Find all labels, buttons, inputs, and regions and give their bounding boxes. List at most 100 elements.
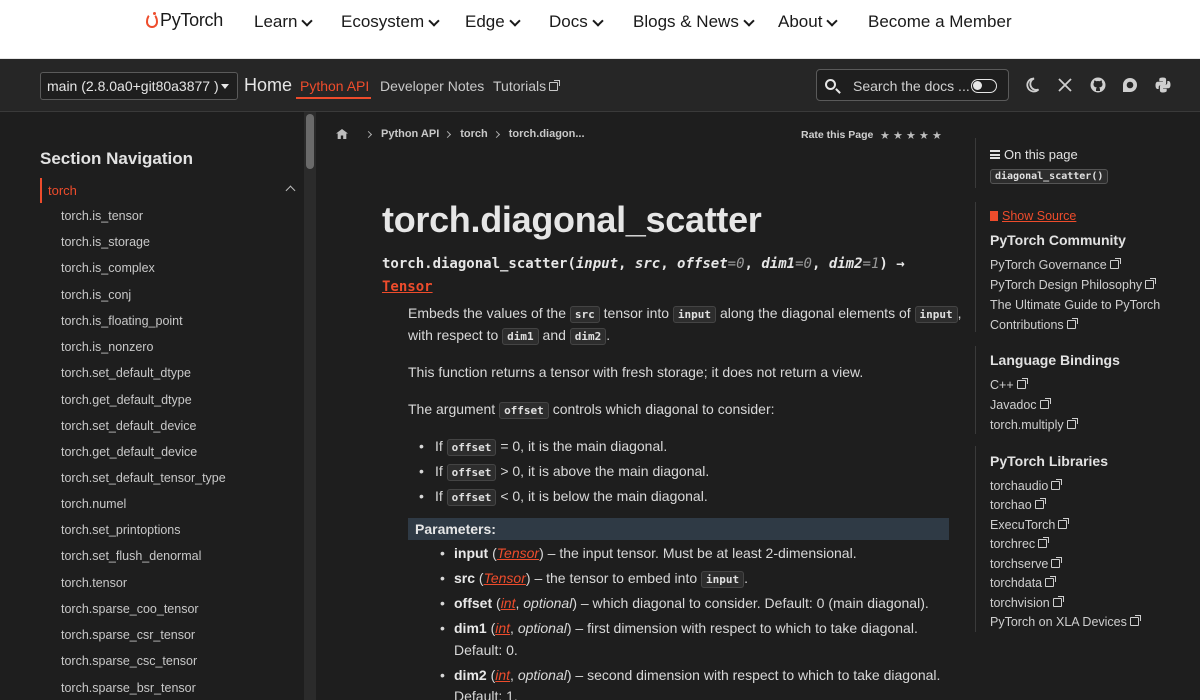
nav-subitem[interactable]: torch.set_default_device	[61, 419, 197, 433]
caret-down-icon	[221, 84, 229, 89]
nav-edge[interactable]: Edge	[465, 12, 521, 32]
nav-subitem[interactable]: torch.set_default_tensor_type	[61, 471, 226, 485]
inline-code: dim1	[502, 328, 539, 345]
nav-docs[interactable]: Docs	[549, 12, 604, 32]
star-icon[interactable]: ★	[880, 129, 890, 142]
nav-subitem[interactable]: torch.is_storage	[61, 235, 150, 249]
param-desc: – the input tensor. Must be at least 2-d…	[543, 545, 857, 561]
param-src: src (Tensor) – the tensor to embed into …	[440, 570, 748, 588]
nav-subitem[interactable]: torch.set_printoptions	[61, 523, 181, 537]
toc-link[interactable]: diagonal_scatter()	[990, 169, 1109, 184]
home-link[interactable]: Home	[244, 75, 292, 96]
text: ,	[510, 667, 518, 683]
nav-about[interactable]: About	[778, 12, 839, 32]
nav-ecosystem[interactable]: Ecosystem	[341, 12, 440, 32]
chevron-down-icon	[428, 15, 440, 27]
show-source-link[interactable]: Show Source	[990, 209, 1076, 223]
breadcrumb-torch[interactable]: torch	[460, 128, 488, 140]
nav-subitem[interactable]: torch.get_default_device	[61, 445, 197, 459]
tab-python-api[interactable]: Python API	[300, 78, 369, 94]
text: (	[486, 667, 496, 683]
search-toggle[interactable]	[971, 79, 997, 93]
list-icon	[990, 150, 1000, 159]
scrollbar-thumb[interactable]	[306, 114, 314, 169]
description-line1: Embeds the values of the src tensor into…	[408, 305, 962, 323]
community-link[interactable]: PyTorch Governance	[990, 258, 1121, 272]
sig-function: diagonal_scatter	[432, 256, 568, 272]
library-link[interactable]: torchrec	[990, 537, 1050, 551]
type-link[interactable]: int	[501, 595, 516, 611]
nav-subitem[interactable]: torch.sparse_csc_tensor	[61, 654, 197, 668]
nav-subitem[interactable]: torch.set_default_dtype	[61, 366, 191, 380]
inline-code: offset	[499, 402, 549, 419]
external-link-icon	[1045, 576, 1057, 587]
x-icon[interactable]	[1056, 76, 1074, 94]
nav-become-member[interactable]: Become a Member	[868, 12, 1012, 32]
breadcrumb-python-api[interactable]: Python API	[381, 128, 439, 140]
type-link[interactable]: int	[495, 620, 510, 636]
community-link[interactable]: Contributions	[990, 318, 1078, 332]
nav-subitem[interactable]: torch.is_floating_point	[61, 314, 183, 328]
divider	[975, 138, 976, 188]
library-link[interactable]: torchvision	[990, 596, 1064, 610]
param-name: dim2	[454, 667, 487, 683]
library-link[interactable]: PyTorch on XLA Devices	[990, 615, 1141, 629]
nav-subitem[interactable]: torch.sparse_csr_tensor	[61, 628, 195, 642]
nav-subitem[interactable]: torch.sparse_bsr_tensor	[61, 681, 196, 695]
python-icon[interactable]	[1154, 76, 1172, 94]
community-link[interactable]: PyTorch Design Philosophy	[990, 278, 1157, 292]
text: ,	[957, 305, 962, 321]
nav-subitem[interactable]: torch.is_conj	[61, 288, 131, 302]
nav-subitem[interactable]: torch.sparse_coo_tensor	[61, 602, 199, 616]
home-icon[interactable]	[336, 129, 348, 139]
nav-subitem[interactable]: torch.numel	[61, 497, 126, 511]
pytorch-logo[interactable]: PyTorch	[146, 10, 223, 31]
star-icon[interactable]: ★	[919, 129, 929, 142]
optional-tag: optional	[517, 620, 567, 636]
binding-link[interactable]: Javadoc	[990, 398, 1051, 412]
chevron-right-icon	[364, 130, 373, 138]
library-link[interactable]: ExecuTorch	[990, 518, 1070, 532]
nav-blogs-news[interactable]: Blogs & News	[633, 12, 755, 32]
nav-item-torch[interactable]: torch	[40, 178, 304, 203]
star-icon[interactable]: ★	[932, 129, 942, 142]
nav-subitem[interactable]: torch.is_tensor	[61, 209, 143, 223]
sig-param: dim2	[828, 256, 863, 272]
forum-icon[interactable]	[1121, 76, 1139, 94]
chevron-up-icon[interactable]	[285, 185, 296, 196]
sidebar-scrollbar[interactable]	[304, 112, 316, 700]
binding-link[interactable]: C++	[990, 378, 1028, 392]
type-link[interactable]: Tensor	[497, 545, 539, 561]
text: and	[542, 327, 566, 343]
search-input[interactable]: Search the docs ...	[816, 69, 1009, 101]
community-link[interactable]: The Ultimate Guide to PyTorch	[990, 298, 1160, 312]
nav-label: Edge	[465, 12, 505, 31]
library-link[interactable]: torchdata	[990, 576, 1057, 590]
libraries-title: PyTorch Libraries	[990, 453, 1109, 469]
nav-label: Ecosystem	[341, 12, 425, 31]
nav-learn[interactable]: Learn	[254, 12, 314, 32]
binding-link[interactable]: torch.multiply	[990, 418, 1078, 432]
tab-tutorials[interactable]: Tutorials	[493, 78, 561, 94]
star-icon[interactable]: ★	[893, 129, 903, 142]
external-link-icon	[1034, 498, 1046, 509]
nav-subitem[interactable]: torch.get_default_dtype	[61, 393, 192, 407]
nav-subitem[interactable]: torch.is_complex	[61, 261, 155, 275]
moon-icon[interactable]	[1023, 76, 1041, 94]
nav-subitem[interactable]: torch.set_flush_denormal	[61, 549, 201, 563]
nav-label: Learn	[254, 12, 298, 31]
return-type-link[interactable]: Tensor	[382, 279, 433, 295]
type-link[interactable]: int	[495, 667, 510, 683]
nav-subitem[interactable]: torch.tensor	[61, 576, 127, 590]
tab-developer-notes[interactable]: Developer Notes	[380, 78, 484, 94]
github-icon[interactable]	[1089, 76, 1107, 94]
version-select[interactable]: main (2.8.0a0+git80a3877 )	[40, 72, 238, 100]
star-icon[interactable]: ★	[906, 129, 916, 142]
text: (	[475, 570, 484, 586]
type-link[interactable]: Tensor	[484, 570, 526, 586]
file-icon	[990, 211, 998, 221]
library-link[interactable]: torchao	[990, 498, 1046, 512]
nav-subitem[interactable]: torch.is_nonzero	[61, 340, 153, 354]
library-link[interactable]: torchaudio	[990, 479, 1063, 493]
library-link[interactable]: torchserve	[990, 557, 1063, 571]
